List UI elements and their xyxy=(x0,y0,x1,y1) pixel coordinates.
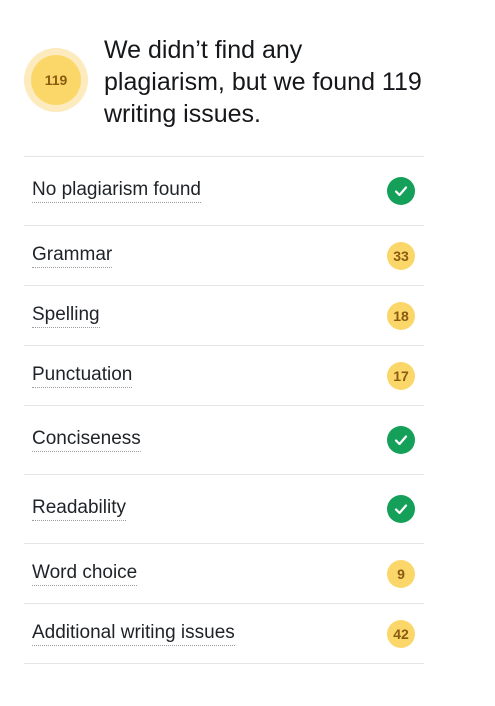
plagiarism-report-panel: 119 We didn’t find any plagiarism, but w… xyxy=(0,0,495,706)
check-row-word-choice[interactable]: Word choice 9 xyxy=(24,544,424,604)
report-headline: We didn’t find any plagiarism, but we fo… xyxy=(104,36,422,128)
check-row-spelling[interactable]: Spelling 18 xyxy=(24,286,424,346)
check-label[interactable]: Word choice xyxy=(32,562,138,586)
total-issues-badge: 119 xyxy=(31,55,81,105)
check-row-additional-issues[interactable]: Additional writing issues 42 xyxy=(24,604,424,664)
check-row-punctuation[interactable]: Punctuation 17 xyxy=(24,346,424,406)
check-row-readability[interactable]: Readability xyxy=(24,475,424,544)
checks-list: No plagiarism found Grammar 33 Spelling … xyxy=(24,156,424,664)
check-circle-icon xyxy=(387,495,415,523)
check-label[interactable]: Punctuation xyxy=(32,364,133,388)
check-label[interactable]: Conciseness xyxy=(32,428,141,452)
check-label[interactable]: Spelling xyxy=(32,304,100,328)
report-summary-header: 119 We didn’t find any plagiarism, but w… xyxy=(24,34,434,142)
check-circle-icon xyxy=(387,177,415,205)
check-row-conciseness[interactable]: Conciseness xyxy=(24,406,424,475)
check-row-grammar[interactable]: Grammar 33 xyxy=(24,226,424,286)
check-label[interactable]: No plagiarism found xyxy=(32,179,201,203)
issue-count-badge: 9 xyxy=(387,559,415,588)
issue-count-badge: 17 xyxy=(387,361,415,390)
issue-count-badge: 33 xyxy=(387,241,415,270)
check-circle-icon xyxy=(387,426,415,454)
check-row-plagiarism[interactable]: No plagiarism found xyxy=(24,157,424,226)
issue-count-badge: 42 xyxy=(387,619,415,648)
score-badge-halo: 119 xyxy=(24,48,88,112)
check-label[interactable]: Additional writing issues xyxy=(32,622,235,646)
issue-count-badge: 18 xyxy=(387,301,415,330)
check-label[interactable]: Grammar xyxy=(32,244,113,268)
check-label[interactable]: Readability xyxy=(32,497,126,521)
